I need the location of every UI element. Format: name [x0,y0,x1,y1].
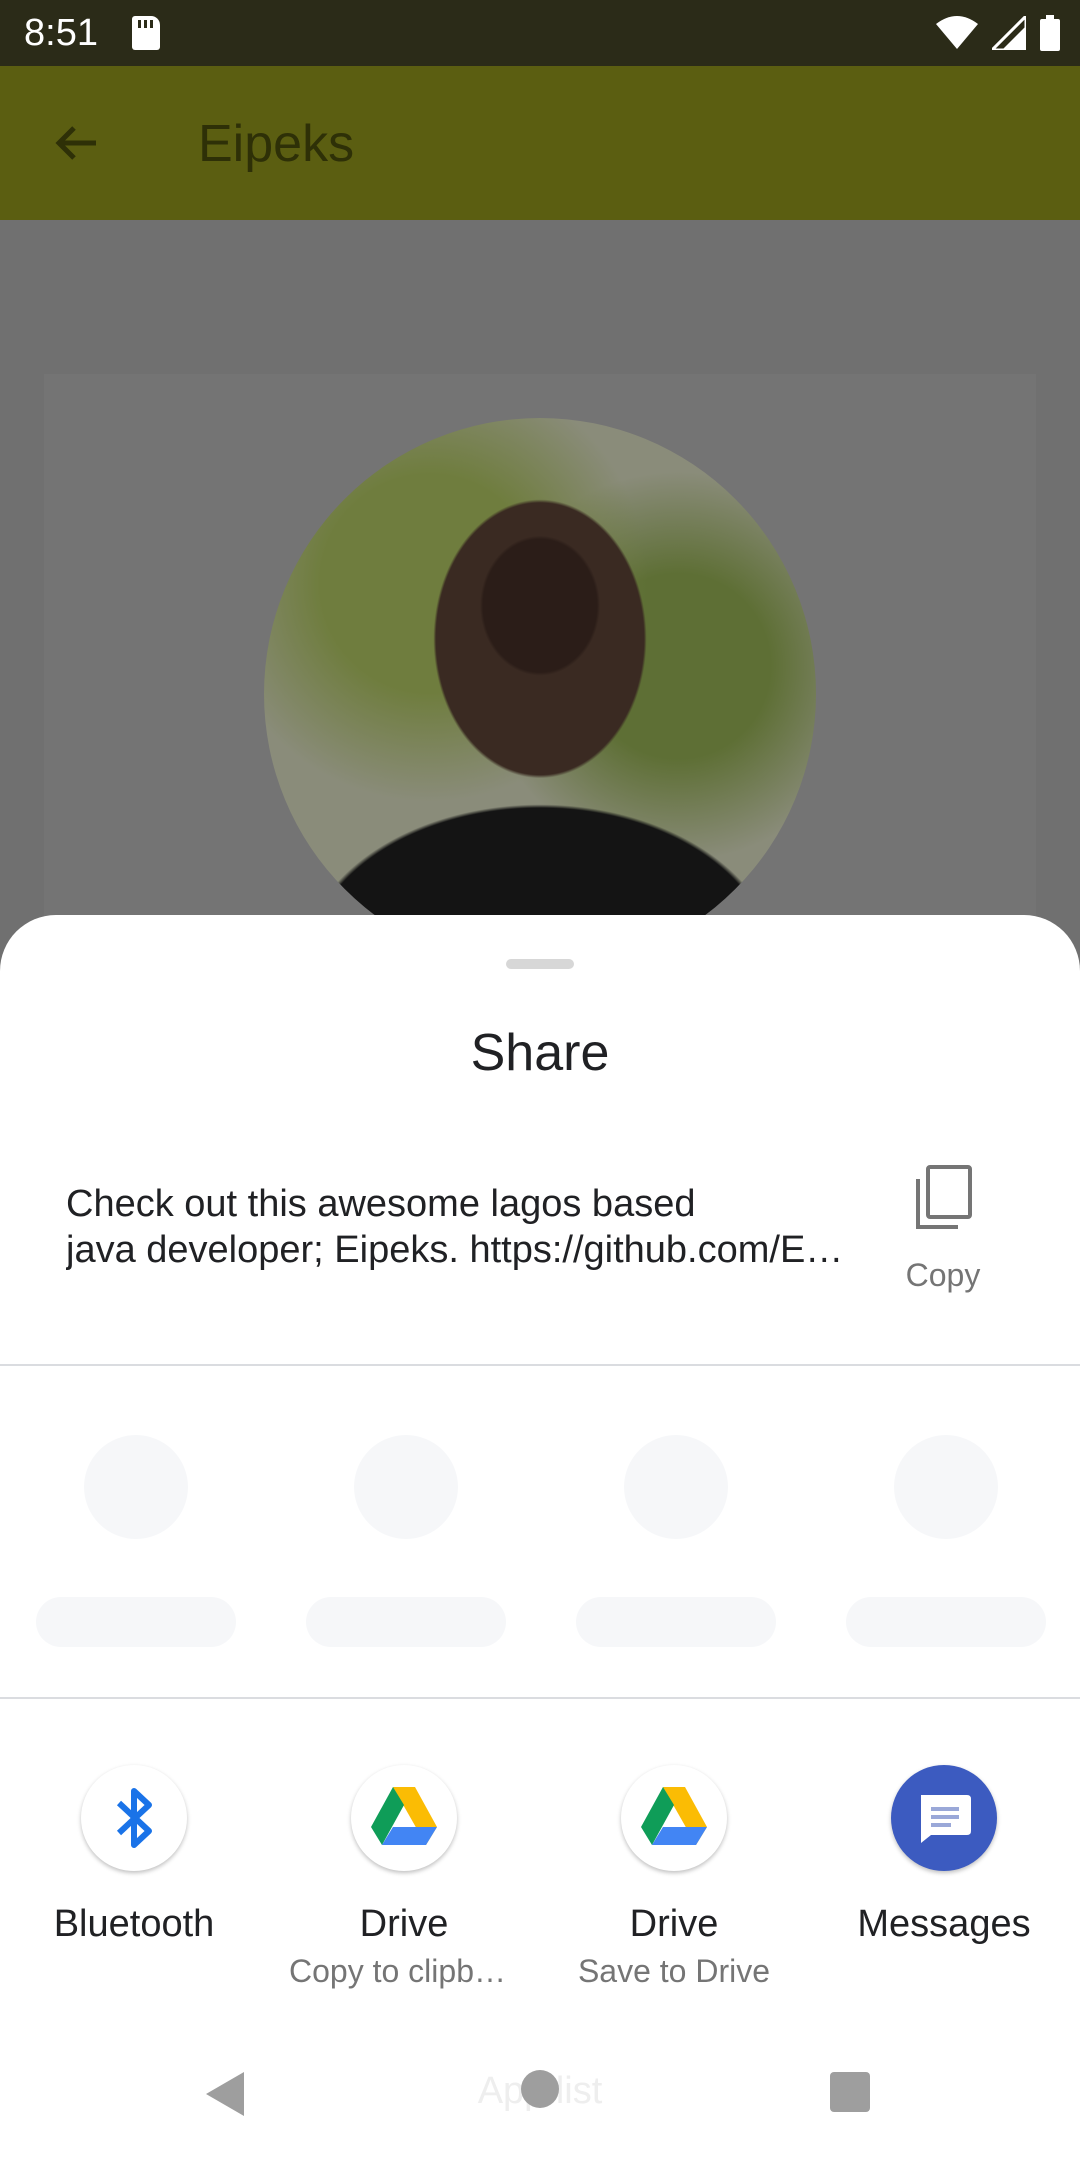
share-target-drive-save[interactable]: Drive Save to Drive [559,1765,789,1995]
divider [0,1364,1080,1366]
app-title: Eipeks [198,115,355,173]
google-drive-icon [351,1765,457,1871]
status-bar: 8:51 [0,0,1080,66]
share-target-bluetooth[interactable]: Bluetooth [19,1765,249,1995]
share-text-line-1: Check out this awesome lagos based [66,1183,696,1225]
placeholder-label [576,1597,776,1647]
share-preview-text: Check out this awesome lagos based java … [66,1181,846,1273]
copy-label: Copy [905,1257,981,1293]
google-drive-icon [621,1765,727,1871]
nav-recents-icon[interactable] [830,2072,870,2112]
messages-icon [891,1765,997,1871]
copy-icon [916,1165,972,1229]
share-text-line-2: java developer; Eipeks. https://github.c… [66,1229,846,1271]
direct-share-placeholder [576,1435,776,1647]
share-sheet-title: Share [470,1024,610,1082]
share-target-label: Drive [629,1903,719,1945]
direct-share-placeholder [846,1435,1046,1647]
drag-handle[interactable] [506,959,574,969]
placeholder-avatar [894,1435,998,1539]
direct-share-placeholder [306,1435,506,1647]
share-target-sublabel: Save to Drive [577,1953,771,1989]
battery-icon [1040,15,1060,51]
back-arrow-icon[interactable] [50,116,104,170]
wifi-icon [936,16,978,49]
app-bar: Eipeks [0,66,1080,220]
placeholder-avatar [624,1435,728,1539]
placeholder-label [36,1597,236,1647]
share-target-label: Bluetooth [53,1903,215,1945]
share-target-sublabel: Copy to clipboard [289,1953,519,1989]
direct-share-placeholder [36,1435,236,1647]
nav-back-icon[interactable] [204,2070,248,2118]
copy-button[interactable]: Copy [880,1165,1006,1315]
share-sheet: Share Check out this awesome lagos based… [0,915,1080,2160]
status-time: 8:51 [24,12,98,54]
share-target-label: Drive [359,1903,449,1945]
placeholder-avatar [84,1435,188,1539]
placeholder-label [846,1597,1046,1647]
share-target-drive-copy[interactable]: Drive Copy to clipboard [289,1765,519,1995]
navigation-bar: App list [0,2030,1080,2160]
sd-card-icon [132,16,160,50]
share-target-messages[interactable]: Messages [829,1765,1059,1995]
cell-signal-icon [992,16,1026,50]
divider [0,1697,1080,1699]
nav-home-icon[interactable] [521,2070,559,2108]
profile-avatar [264,418,816,970]
placeholder-label [306,1597,506,1647]
bluetooth-icon [81,1765,187,1871]
placeholder-avatar [354,1435,458,1539]
share-target-label: Messages [857,1903,1031,1945]
